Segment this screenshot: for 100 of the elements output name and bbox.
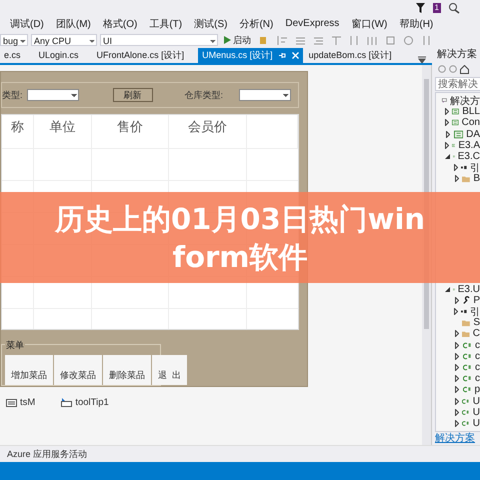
- notification-badge[interactable]: 1: [432, 3, 441, 13]
- column-header: [247, 115, 298, 150]
- filter-icon[interactable]: [416, 3, 425, 13]
- solution-icon: [442, 96, 447, 106]
- project-icon: [452, 107, 460, 116]
- menu-item[interactable]: 测试(S): [188, 16, 234, 30]
- document-tab[interactable]: ULogin.cs: [34, 48, 83, 63]
- component-label[interactable]: toolTip1: [75, 397, 109, 408]
- item-label[interactable]: U: [472, 418, 480, 429]
- dropdown[interactable]: [26, 89, 79, 102]
- pin-icon[interactable]: [278, 52, 286, 59]
- expand-icon[interactable]: [454, 164, 458, 172]
- expand-icon[interactable]: [454, 408, 459, 416]
- close-icon[interactable]: [292, 52, 299, 59]
- strip-icon: [6, 398, 17, 406]
- expand-icon[interactable]: [454, 398, 459, 405]
- field-label: 类型:: [2, 88, 23, 102]
- item-label[interactable]: B: [473, 173, 480, 184]
- expand-icon[interactable]: [446, 130, 450, 138]
- item-label[interactable]: BLL: [462, 106, 480, 118]
- item-label[interactable]: U: [472, 406, 480, 418]
- tab-overflow-icon[interactable]: [418, 55, 426, 63]
- item-label[interactable]: Con: [462, 117, 480, 128]
- item-label[interactable]: c: [475, 362, 480, 373]
- collapse-icon[interactable]: [445, 286, 450, 292]
- panel-tab[interactable]: 解决方案: [432, 432, 475, 445]
- group-title: 菜单: [5, 338, 25, 352]
- expand-icon[interactable]: [454, 308, 458, 316]
- item-label[interactable]: E3.C: [458, 151, 480, 162]
- item-label[interactable]: P: [473, 294, 480, 306]
- start-button[interactable]: 启动: [221, 34, 254, 46]
- project-dropdown[interactable]: UI: [100, 34, 218, 46]
- menu-item[interactable]: 分析(N): [233, 16, 280, 30]
- search-field[interactable]: 搜索解决: [435, 77, 480, 91]
- item-label[interactable]: c: [475, 350, 480, 362]
- column-header: 会员价: [169, 115, 247, 150]
- expand-icon[interactable]: [454, 175, 459, 182]
- document-tab[interactable]: UFrontAlone.cs [设计]: [92, 48, 188, 63]
- csharp-file-icon: [463, 375, 472, 382]
- item-label[interactable]: U: [472, 396, 480, 407]
- expand-icon[interactable]: [445, 119, 450, 126]
- expand-icon[interactable]: [454, 420, 459, 427]
- expand-icon[interactable]: [455, 375, 460, 382]
- document-tab[interactable]: updateBom.cs [设计]: [304, 48, 396, 63]
- expand-icon[interactable]: [455, 364, 460, 371]
- wrench-icon: [462, 296, 470, 305]
- csharp-file-icon: [463, 352, 472, 360]
- references-icon: [461, 309, 467, 314]
- item-label[interactable]: c: [475, 340, 480, 351]
- references-icon: [461, 165, 467, 170]
- csharp-file-icon: [462, 398, 470, 405]
- menu-item[interactable]: 调试(D): [4, 16, 50, 30]
- play-icon: [224, 36, 231, 44]
- project-icon: [452, 118, 459, 128]
- csharp-file-icon: [462, 386, 472, 394]
- document-tab[interactable]: e.cs: [0, 48, 25, 63]
- expand-icon[interactable]: [445, 108, 450, 116]
- item-label[interactable]: 引: [470, 304, 480, 319]
- menu-item[interactable]: 工具(T): [143, 16, 188, 30]
- item-label[interactable]: C: [472, 328, 480, 340]
- menu-item[interactable]: DevExpress: [279, 18, 346, 29]
- menu-button[interactable]: 删除菜品: [103, 355, 151, 385]
- collapse-icon[interactable]: [445, 154, 450, 160]
- field-label: 仓库类型:: [184, 88, 224, 102]
- menu-button[interactable]: 增加菜品: [5, 355, 53, 385]
- expand-icon[interactable]: [454, 330, 459, 338]
- project-icon: [454, 130, 464, 139]
- home-icon[interactable]: [460, 64, 469, 74]
- dropdown[interactable]: [239, 89, 292, 102]
- expand-icon[interactable]: [455, 352, 460, 360]
- column-header: 单位: [34, 115, 92, 150]
- expand-icon[interactable]: [454, 386, 459, 394]
- item-label[interactable]: 引: [470, 160, 480, 175]
- item-label[interactable]: E3.U: [458, 284, 480, 295]
- item-label[interactable]: 解决方: [450, 94, 480, 108]
- menu-button[interactable]: 修改菜品: [54, 355, 102, 385]
- platform-dropdown[interactable]: Any CPU: [31, 34, 97, 46]
- column-header: 售价: [92, 115, 169, 150]
- menu-button[interactable]: 退 出: [152, 355, 188, 385]
- configuration-dropdown[interactable]: bug: [0, 34, 28, 46]
- expand-icon[interactable]: [454, 296, 459, 304]
- menu-item[interactable]: 窗口(W): [345, 16, 394, 30]
- expand-icon[interactable]: [445, 142, 449, 149]
- item-label[interactable]: E3.A: [458, 140, 480, 151]
- menu-item[interactable]: 格式(O): [96, 16, 144, 30]
- refresh-button[interactable]: 刷新: [112, 88, 153, 102]
- csharp-file-icon: [462, 420, 470, 427]
- item-label[interactable]: DA: [466, 128, 480, 140]
- item-label[interactable]: p: [474, 384, 480, 396]
- menu-item[interactable]: 团队(M): [50, 16, 97, 30]
- component-label[interactable]: tsM: [20, 397, 36, 408]
- output-tab[interactable]: Azure 应用服务活动: [7, 449, 88, 459]
- banner-title: form软件: [172, 238, 308, 276]
- expand-icon[interactable]: [455, 342, 460, 349]
- item-label[interactable]: S: [473, 317, 480, 328]
- folder-icon: [462, 174, 470, 183]
- menu-item[interactable]: 帮助(H): [393, 16, 440, 30]
- item-label[interactable]: c: [475, 373, 480, 384]
- csharp-file-icon: [463, 364, 472, 371]
- document-tab[interactable]: UMenus.cs [设计]: [198, 48, 303, 63]
